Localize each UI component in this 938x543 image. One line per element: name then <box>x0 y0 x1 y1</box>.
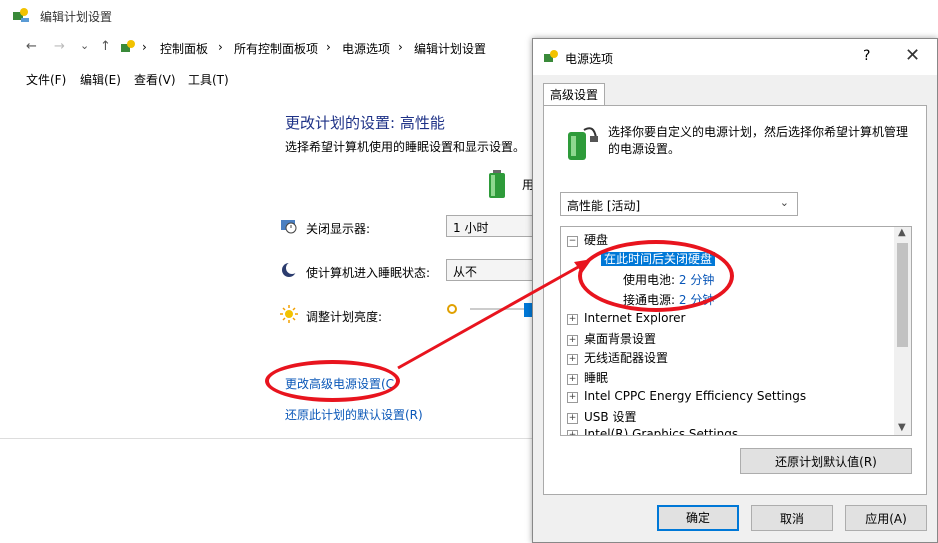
annotation-arrow <box>397 259 592 370</box>
